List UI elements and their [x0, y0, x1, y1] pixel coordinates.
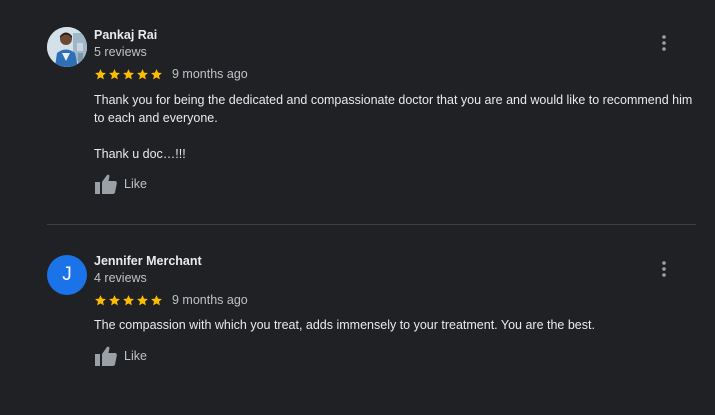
like-button[interactable]: Like	[94, 345, 147, 367]
star-icon	[123, 294, 134, 305]
star-icon	[123, 68, 134, 79]
review-card: Pankaj Rai 5 reviews 9 months ago Thank …	[0, 0, 715, 224]
like-button[interactable]: Like	[94, 173, 147, 195]
thumbs-up-icon	[95, 346, 117, 366]
avatar-photo-icon	[47, 27, 87, 67]
star-icon	[137, 294, 148, 305]
review-time: 9 months ago	[172, 67, 248, 81]
reviews-list: Pankaj Rai 5 reviews 9 months ago Thank …	[0, 0, 715, 415]
more-vert-icon	[662, 35, 666, 51]
reviewer-avatar[interactable]: J	[47, 255, 87, 295]
star-icon	[151, 294, 162, 305]
review-card: J Jennifer Merchant 4 reviews 9 months a…	[0, 225, 715, 415]
star-icon	[95, 68, 106, 79]
more-options-button[interactable]	[656, 33, 672, 53]
thumbs-up-icon	[95, 174, 117, 194]
review-text: The compassion with which you treat, add…	[94, 318, 595, 332]
more-vert-icon	[662, 261, 666, 277]
rating-row: 9 months ago	[94, 292, 248, 308]
reviewer-name[interactable]: Pankaj Rai	[94, 28, 157, 42]
reviewer-review-count: 5 reviews	[94, 45, 147, 59]
star-rating	[94, 294, 163, 307]
star-rating	[94, 68, 163, 81]
like-label: Like	[124, 177, 147, 191]
rating-row: 9 months ago	[94, 66, 248, 82]
star-icon	[109, 68, 120, 79]
reviewer-avatar[interactable]	[47, 27, 87, 67]
star-icon	[95, 294, 106, 305]
reviewer-name[interactable]: Jennifer Merchant	[94, 254, 202, 268]
like-label: Like	[124, 349, 147, 363]
star-icon	[151, 68, 162, 79]
star-icon	[137, 68, 148, 79]
review-text: Thank you for being the dedicated and co…	[94, 93, 693, 125]
review-time: 9 months ago	[172, 293, 248, 307]
star-icon	[109, 294, 120, 305]
more-options-button[interactable]	[656, 259, 672, 279]
reviewer-review-count: 4 reviews	[94, 271, 147, 285]
review-text: Thank u doc…!!!	[94, 147, 186, 161]
